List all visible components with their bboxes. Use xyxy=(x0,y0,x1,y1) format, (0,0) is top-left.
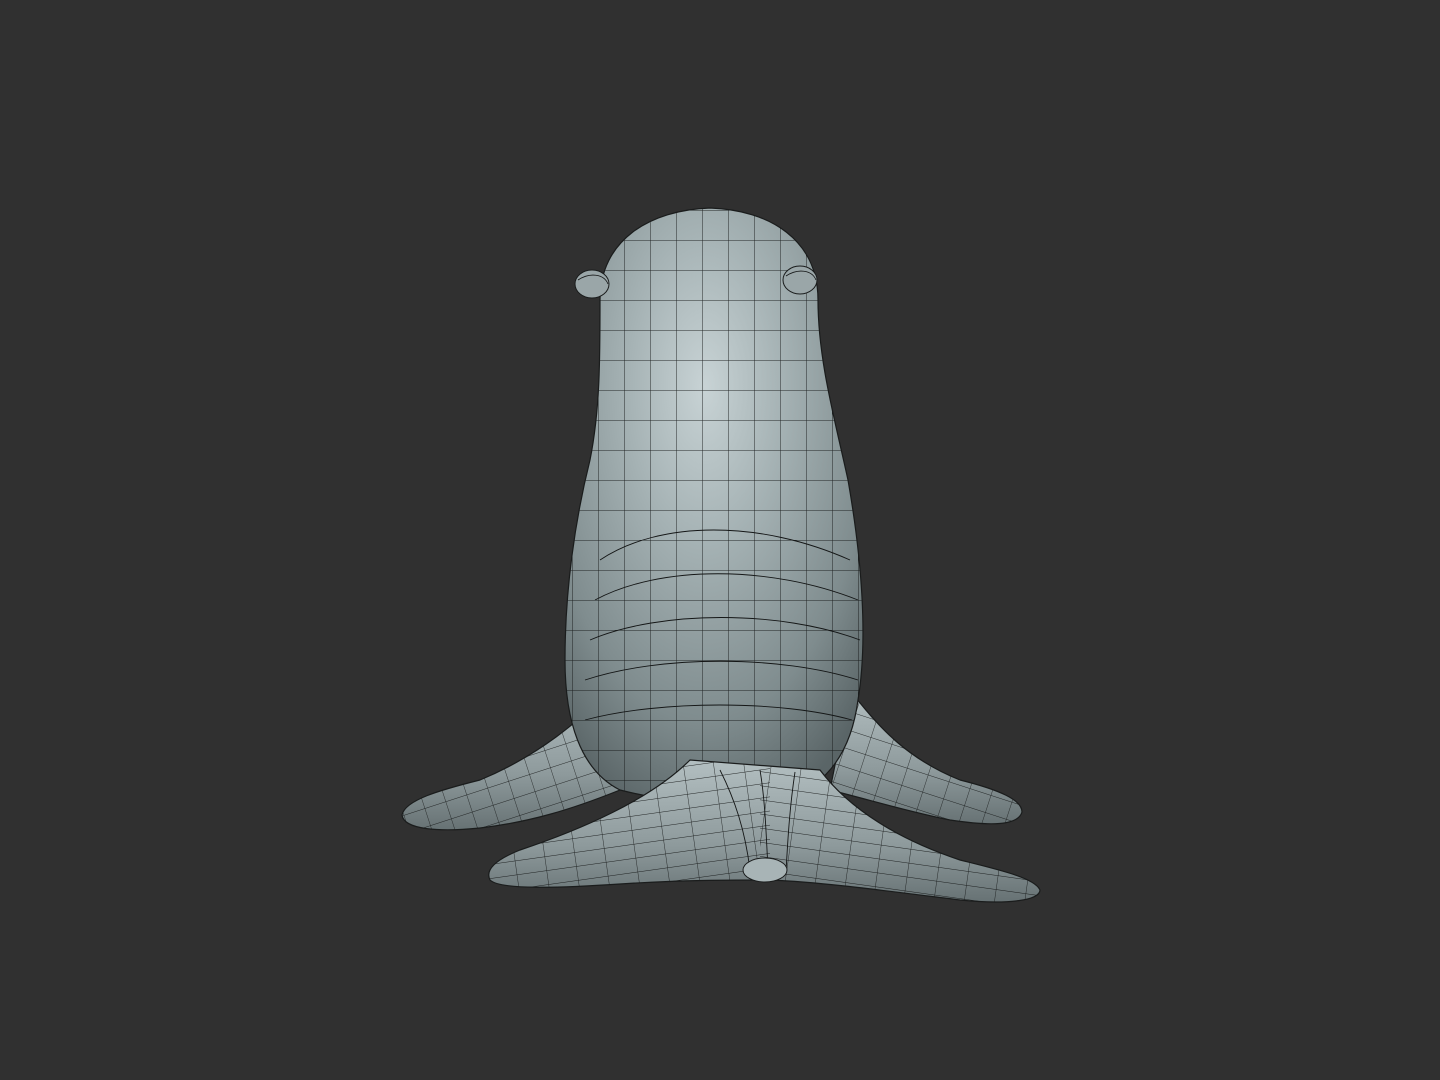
3d-viewport[interactable] xyxy=(0,0,1440,1080)
right-rear-flipper xyxy=(829,688,1023,825)
right-ear xyxy=(782,265,818,295)
seal-body xyxy=(564,207,864,805)
left-ear xyxy=(574,269,610,299)
seal-model xyxy=(401,207,1041,903)
